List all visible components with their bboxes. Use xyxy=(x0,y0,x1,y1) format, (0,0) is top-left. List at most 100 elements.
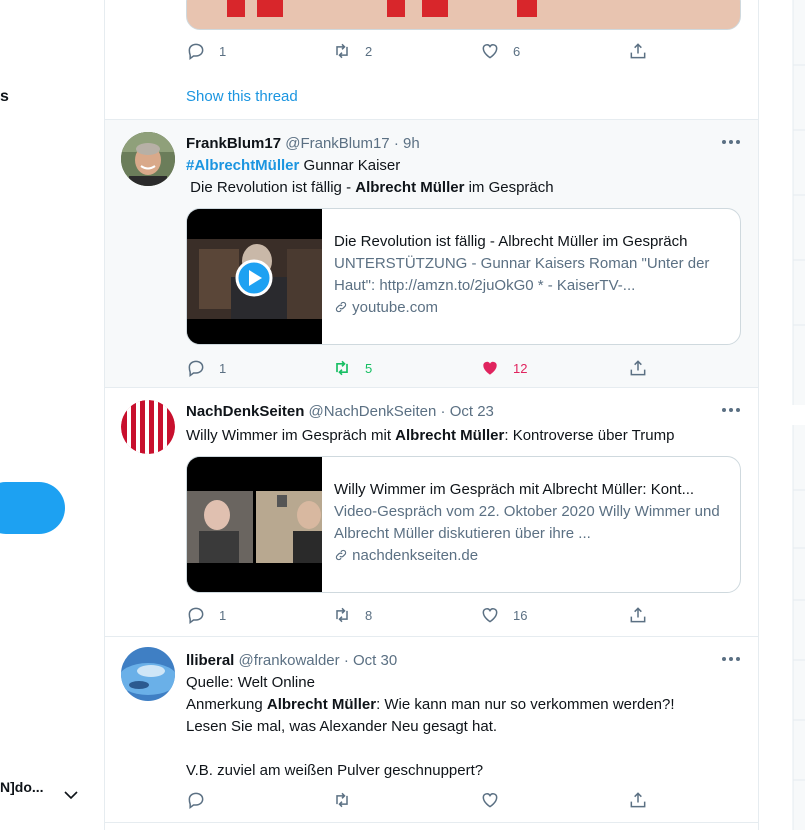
separator: · xyxy=(393,135,399,152)
nav-item-label-partial[interactable]: s xyxy=(0,88,9,106)
heart-icon xyxy=(482,44,498,59)
timestamp[interactable]: Oct 23 xyxy=(450,403,494,420)
tweet-text-part: : Kontroverse über Trump xyxy=(504,427,675,444)
tweet-text: #AlbrechtMüller Gunnar Kaiser Die Revolu… xyxy=(186,155,736,199)
heart-icon xyxy=(482,608,498,623)
hashtag-link[interactable]: #AlbrechtMüller xyxy=(186,157,299,174)
reply-icon xyxy=(188,792,204,809)
like-count: 12 xyxy=(513,360,528,376)
reply-icon xyxy=(188,43,204,60)
more-options-icon[interactable] xyxy=(720,137,742,147)
share-icon xyxy=(630,792,646,808)
tweet-text: Willy Wimmer im Gespräch mit Albrecht Mü… xyxy=(186,425,736,447)
share-icon xyxy=(630,43,646,59)
link-icon xyxy=(335,549,347,561)
tweet-button[interactable] xyxy=(0,482,65,534)
share-icon xyxy=(630,607,646,623)
link-card[interactable]: Willy Wimmer im Gespräch mit Albrecht Mü… xyxy=(186,456,741,593)
tweet-header: lliberal @frankowalder · Oct 30 xyxy=(186,652,397,669)
avatar[interactable] xyxy=(121,647,175,701)
reply-button[interactable]: 1 xyxy=(186,40,226,62)
share-button[interactable] xyxy=(628,789,648,811)
retweet-icon xyxy=(336,792,348,808)
card-description: Video-Gespräch vom 22. Oktober 2020 Will… xyxy=(334,503,720,542)
retweet-button[interactable] xyxy=(332,789,352,811)
like-button[interactable] xyxy=(480,789,500,811)
video-thumbnail[interactable] xyxy=(187,209,322,344)
tweet-text-part: Die Revolution ist fällig - xyxy=(186,179,356,196)
tweet-text-bold: Albrecht Müller xyxy=(266,696,377,713)
left-nav-fragment: s N]do... xyxy=(0,0,104,830)
like-count: 6 xyxy=(513,43,521,59)
like-button[interactable]: 16 xyxy=(480,604,527,626)
card-url-text: youtube.com xyxy=(352,299,439,316)
reply-count: 1 xyxy=(219,43,227,59)
card-body: Die Revolution ist fällig - Albrecht Mül… xyxy=(334,231,729,319)
right-sidebar-fragment xyxy=(757,0,805,830)
heart-icon xyxy=(483,361,497,375)
retweet-button[interactable]: 8 xyxy=(332,604,372,626)
avatar[interactable] xyxy=(121,132,175,186)
reply-icon xyxy=(188,360,204,377)
tweet-partial[interactable]: 1 2 6 Show this thread xyxy=(105,0,758,120)
separator: · xyxy=(343,652,349,669)
link-icon xyxy=(335,301,347,313)
tweet-header: NachDenkSeiten @NachDenkSeiten · Oct 23 xyxy=(186,403,494,420)
tweet-text-bold: Albrecht Müller xyxy=(355,179,465,196)
like-count: 16 xyxy=(513,607,528,623)
author-handle[interactable]: @FrankBlum17 xyxy=(285,135,389,152)
link-card[interactable]: Die Revolution ist fällig - Albrecht Mül… xyxy=(186,208,741,345)
reply-button[interactable] xyxy=(186,789,206,811)
share-button[interactable] xyxy=(628,604,648,626)
author-handle[interactable]: @frankowalder xyxy=(239,652,340,669)
card-body: Willy Wimmer im Gespräch mit Albrecht Mü… xyxy=(334,479,729,567)
author-name[interactable]: lliberal xyxy=(186,652,234,669)
card-url-text: nachdenkseiten.de xyxy=(352,547,479,564)
author-name[interactable]: FrankBlum17 xyxy=(186,135,281,152)
like-button[interactable]: 6 xyxy=(480,40,520,62)
tweet-text-part: Willy Wimmer im Gespräch mit xyxy=(186,427,396,444)
retweet-icon xyxy=(336,607,348,623)
tweet-text-part: : Wie kann man nur so verkommen werden?! xyxy=(376,696,675,713)
tweet-text-bold: Albrecht Müller xyxy=(395,427,505,444)
timestamp[interactable]: Oct 30 xyxy=(353,652,397,669)
retweet-button[interactable]: 2 xyxy=(332,40,372,62)
author-name[interactable]: NachDenkSeiten xyxy=(186,403,304,420)
show-thread-link[interactable]: Show this thread xyxy=(186,88,298,105)
tweet-header: FrankBlum17 @FrankBlum17 · 9h xyxy=(186,135,420,152)
tweet[interactable]: lliberal @frankowalder · Oct 30 Quelle: … xyxy=(105,637,758,823)
more-options-icon[interactable] xyxy=(720,654,742,664)
reply-button[interactable]: 1 xyxy=(186,604,226,626)
sidebar-panel-edges xyxy=(792,0,805,830)
share-button[interactable] xyxy=(628,40,648,62)
like-button[interactable]: 12 xyxy=(480,357,527,379)
share-button[interactable] xyxy=(628,357,648,379)
tweet-text-line: Lesen Sie mal, was Alexander Neu gesagt … xyxy=(186,718,498,735)
retweet-icon xyxy=(336,360,348,376)
chevron-down-icon[interactable] xyxy=(62,786,80,804)
avatar[interactable] xyxy=(121,400,175,454)
reply-button[interactable]: 1 xyxy=(186,357,226,379)
tweet-text-line: V.B. zuviel am weißen Pulver geschnupper… xyxy=(186,762,484,779)
tweet[interactable]: NachDenkSeiten @NachDenkSeiten · Oct 23 … xyxy=(105,388,758,637)
tweet-text-line: Quelle: Welt Online xyxy=(186,674,315,691)
tweet-text-part: Anmerkung xyxy=(186,696,267,713)
separator: · xyxy=(440,403,446,420)
timeline-column: 1 2 6 Show this thread FrankBlum17 @Fran… xyxy=(104,0,759,830)
card-url: youtube.com xyxy=(334,297,729,319)
play-icon[interactable] xyxy=(235,259,273,297)
author-handle[interactable]: @NachDenkSeiten xyxy=(309,403,437,420)
tweet[interactable]: FrankBlum17 @FrankBlum17 · 9h #AlbrechtM… xyxy=(105,120,758,388)
retweet-icon xyxy=(336,43,348,59)
tweet-text-line1: Gunnar Kaiser xyxy=(299,157,401,174)
reply-icon xyxy=(188,607,204,624)
account-name-partial[interactable]: N]do... xyxy=(0,779,44,795)
tweet-media-partial[interactable] xyxy=(186,0,741,30)
reply-count: 1 xyxy=(219,360,227,376)
link-thumbnail[interactable] xyxy=(187,457,322,592)
retweet-button[interactable]: 5 xyxy=(332,357,372,379)
card-title: Die Revolution ist fällig - Albrecht Mül… xyxy=(334,233,688,250)
timestamp[interactable]: 9h xyxy=(403,135,420,152)
retweet-count: 2 xyxy=(365,43,373,59)
more-options-icon[interactable] xyxy=(720,405,742,415)
